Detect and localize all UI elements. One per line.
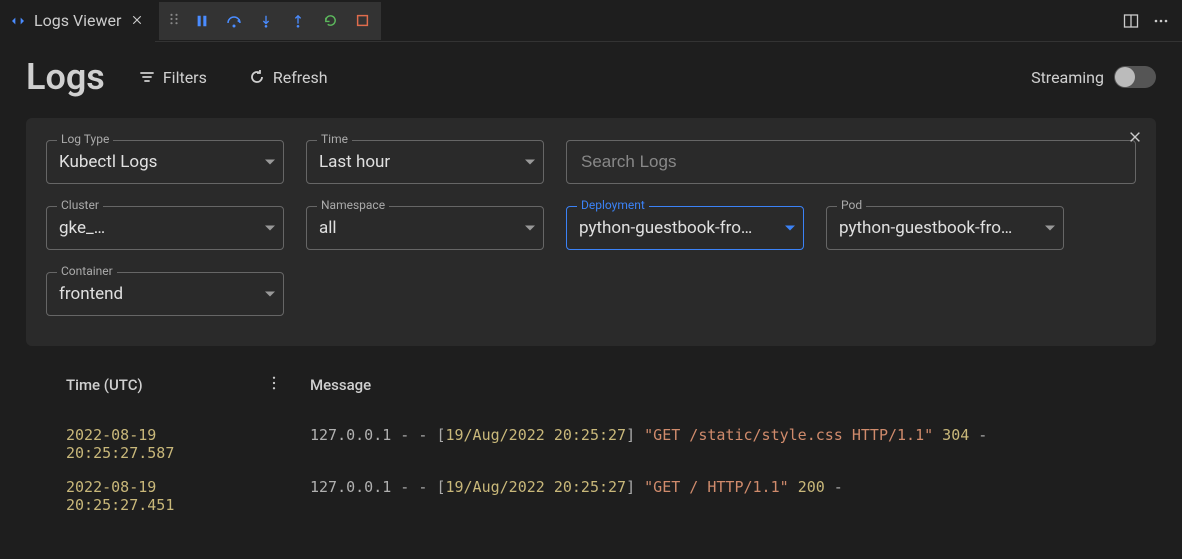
- container-value: frontend: [59, 284, 123, 304]
- streaming-control: Streaming: [1031, 66, 1156, 88]
- stop-icon[interactable]: [353, 12, 371, 30]
- row-timestamp: 2022-08-19 20:25:27.587: [66, 426, 246, 462]
- filters-panel: Log Type Kubectl Logs Time Last hour Clu…: [26, 118, 1156, 346]
- step-out-icon[interactable]: [289, 12, 307, 30]
- redacted-block: [94, 218, 251, 238]
- step-over-icon[interactable]: [225, 12, 243, 30]
- chevron-down-icon: [785, 226, 795, 231]
- container-select[interactable]: Container frontend: [46, 272, 284, 316]
- filters-button[interactable]: Filters: [131, 62, 215, 93]
- deployment-select[interactable]: Deployment python-guestbook-fro…: [566, 206, 804, 250]
- row-message: 127.0.0.1 - - [19/Aug/2022 20:25:27] "GE…: [310, 478, 843, 514]
- row-message: 127.0.0.1 - - [19/Aug/2022 20:25:27] "GE…: [310, 426, 987, 462]
- chevron-down-icon: [525, 160, 535, 165]
- streaming-label: Streaming: [1031, 68, 1104, 87]
- cluster-label: Cluster: [57, 198, 103, 212]
- namespace-label: Namespace: [317, 198, 389, 212]
- close-filters-icon[interactable]: [1128, 128, 1142, 149]
- title-bar-actions: [1122, 12, 1182, 30]
- editor-tab[interactable]: Logs Viewer: [0, 0, 155, 42]
- deployment-value: python-guestbook-fro…: [579, 218, 752, 238]
- refresh-label: Refresh: [273, 68, 328, 87]
- cloud-code-icon: [10, 13, 26, 29]
- main-content: Logs Filters Refresh Streaming Log Type …: [0, 42, 1182, 522]
- log-type-value: Kubectl Logs: [59, 152, 157, 172]
- col-message-header: Message: [310, 376, 371, 394]
- container-label: Container: [57, 264, 117, 278]
- search-input[interactable]: [567, 141, 1135, 183]
- refresh-button[interactable]: Refresh: [241, 62, 336, 93]
- cluster-select[interactable]: Cluster gke_: [46, 206, 284, 250]
- refresh-icon: [249, 69, 265, 85]
- log-type-label: Log Type: [57, 132, 113, 146]
- pod-label: Pod: [837, 198, 866, 212]
- col-time-header: Time (UTC): [66, 376, 143, 394]
- row-timestamp: 2022-08-19 20:25:27.451: [66, 478, 246, 514]
- split-editor-icon[interactable]: [1122, 12, 1140, 30]
- chevron-down-icon: [265, 226, 275, 231]
- drag-handle-icon[interactable]: [169, 11, 179, 30]
- time-select[interactable]: Time Last hour: [306, 140, 544, 184]
- cluster-value: gke_: [59, 218, 251, 239]
- pod-value: python-guestbook-fro…: [839, 218, 1012, 238]
- table-row[interactable]: 2022-08-19 20:25:27.587 127.0.0.1 - - [19…: [66, 418, 1156, 470]
- filter-icon: [139, 69, 155, 85]
- pause-icon[interactable]: [193, 12, 211, 30]
- chevron-down-icon: [265, 160, 275, 165]
- filters-label: Filters: [163, 68, 207, 87]
- time-value: Last hour: [319, 152, 390, 172]
- pod-select[interactable]: Pod python-guestbook-fro…: [826, 206, 1064, 250]
- chevron-down-icon: [265, 292, 275, 297]
- chevron-down-icon: [1045, 226, 1055, 231]
- table-header: Time (UTC) Message: [66, 376, 1156, 418]
- title-bar: Logs Viewer: [0, 0, 1182, 42]
- log-type-select[interactable]: Log Type Kubectl Logs: [46, 140, 284, 184]
- namespace-value: all: [319, 218, 337, 238]
- more-actions-icon[interactable]: [1152, 12, 1170, 30]
- table-row[interactable]: 2022-08-19 20:25:27.451 127.0.0.1 - - [19…: [66, 470, 1156, 522]
- deployment-label: Deployment: [577, 198, 649, 212]
- debug-toolbar: [159, 2, 381, 40]
- page-title: Logs: [26, 56, 105, 98]
- time-label: Time: [317, 132, 352, 146]
- chevron-down-icon: [525, 226, 535, 231]
- column-menu-icon[interactable]: [272, 376, 284, 394]
- search-logs-field[interactable]: [566, 140, 1136, 184]
- log-table: Time (UTC) Message 2022-08-19 20:25:27.5…: [26, 376, 1156, 522]
- close-tab-icon[interactable]: [129, 9, 145, 32]
- namespace-select[interactable]: Namespace all: [306, 206, 544, 250]
- step-into-icon[interactable]: [257, 12, 275, 30]
- streaming-toggle[interactable]: [1114, 66, 1156, 88]
- tab-title: Logs Viewer: [34, 11, 121, 30]
- page-header: Logs Filters Refresh Streaming: [26, 56, 1156, 98]
- restart-icon[interactable]: [321, 12, 339, 30]
